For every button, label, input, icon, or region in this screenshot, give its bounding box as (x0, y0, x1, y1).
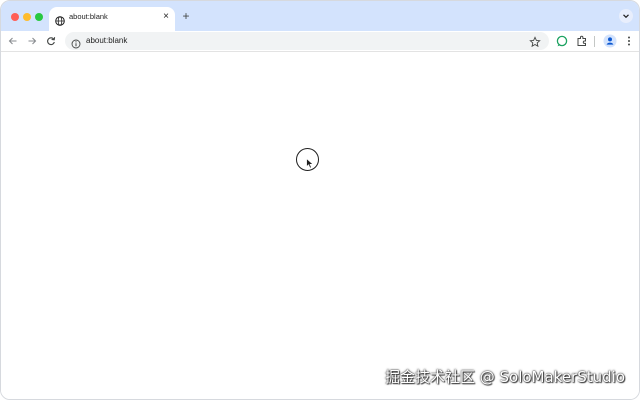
back-arrow-icon (8, 37, 17, 45)
close-tab-button[interactable]: × (163, 10, 169, 24)
tab-title: about:blank (69, 12, 108, 21)
address-bar[interactable]: about:blank (65, 32, 549, 50)
tab-about-blank[interactable]: about:blank × (49, 7, 175, 31)
kebab-menu-icon[interactable] (622, 34, 636, 48)
tab-search-button[interactable] (619, 9, 633, 23)
watermark: 掘金技术社区 @ SoloMakerStudio (384, 368, 625, 386)
back-button[interactable] (6, 34, 20, 48)
profile-icon[interactable] (603, 34, 617, 48)
browser-window: about:blank × + about:blank 掘金技术社区 @ Sol… (0, 0, 640, 400)
forward-button[interactable] (25, 34, 39, 48)
minimize-window-button[interactable] (23, 13, 31, 21)
page-content[interactable] (1, 53, 639, 399)
new-tab-button[interactable]: + (179, 8, 193, 24)
mouse-pointer-icon (306, 156, 314, 169)
maximize-window-button[interactable] (35, 13, 43, 21)
url-text[interactable]: about:blank (86, 36, 127, 45)
toolbar-divider (594, 36, 595, 47)
forward-arrow-icon (28, 37, 37, 45)
star-icon[interactable] (529, 35, 541, 48)
info-icon[interactable] (71, 36, 81, 49)
tab-strip: about:blank × + (1, 1, 639, 31)
reload-button[interactable] (44, 34, 58, 48)
extension-chat-icon[interactable] (555, 34, 569, 48)
chevron-down-icon (623, 14, 629, 19)
globe-icon (55, 13, 65, 26)
reload-icon (47, 37, 56, 46)
browser-toolbar: about:blank (1, 31, 639, 52)
puzzle-icon[interactable] (575, 34, 589, 48)
close-window-button[interactable] (11, 13, 19, 21)
